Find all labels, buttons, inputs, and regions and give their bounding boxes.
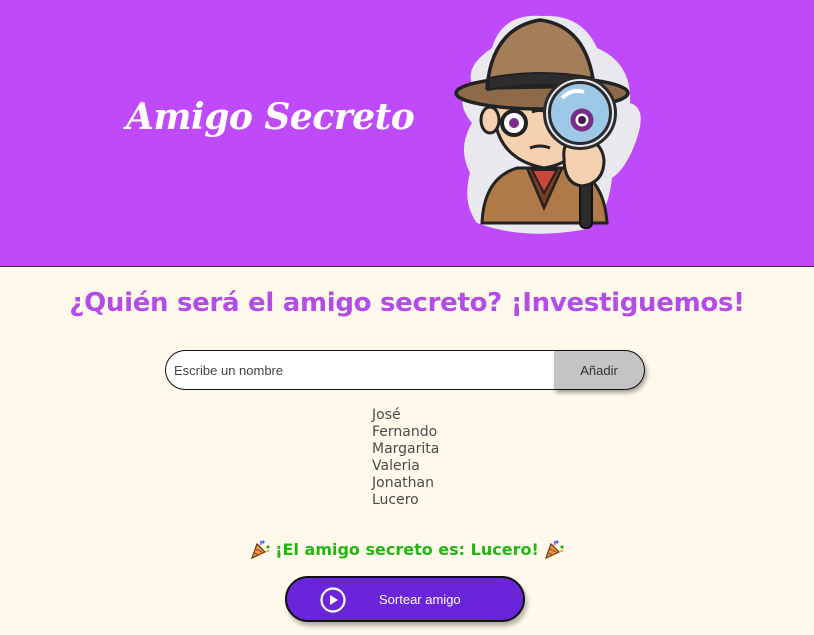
add-button[interactable]: Añadir: [554, 350, 645, 390]
result-message: ¡El amigo secreto es: Lucero!: [0, 538, 814, 560]
list-item: Fernando: [372, 424, 438, 440]
app-header: Amigo Secreto: [0, 0, 814, 267]
app-title: Amigo Secreto: [126, 96, 415, 138]
list-item: José: [372, 407, 401, 423]
draw-button-label: Sortear amigo: [379, 592, 461, 607]
add-name-form: Añadir: [165, 350, 645, 390]
result-text: ¡El amigo secreto es: Lucero!: [275, 540, 539, 559]
list-item: Lucero: [372, 492, 419, 508]
list-item: Margarita: [372, 441, 440, 457]
detective-icon: [454, 15, 641, 234]
name-input[interactable]: [165, 350, 564, 390]
page-heading: ¿Quién será el amigo secreto? ¡Investigu…: [69, 288, 745, 318]
play-circle-icon: [320, 587, 346, 613]
list-item: Valeria: [372, 458, 420, 474]
list-item: Jonathan: [372, 475, 434, 491]
draw-friend-button[interactable]: Sortear amigo: [285, 576, 525, 622]
party-popper-icon: [251, 540, 270, 560]
party-popper-icon: [544, 540, 564, 560]
friends-list: José Fernando Margarita Valeria Jonathan…: [372, 407, 439, 509]
